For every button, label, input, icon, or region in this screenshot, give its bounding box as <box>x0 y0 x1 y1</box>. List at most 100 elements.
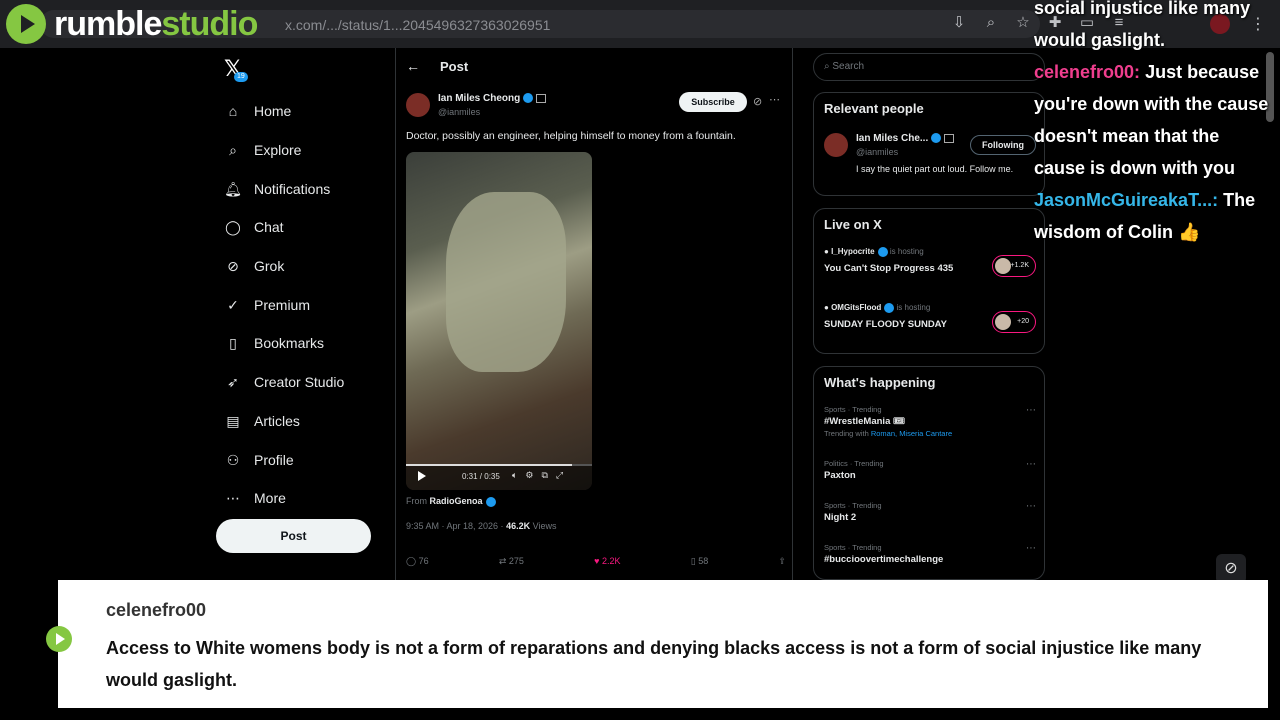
trend-with: Trending with Roman, Miseria Cantare <box>824 429 953 438</box>
live-item[interactable]: ● I_Hypocrite is hosting You Can't Stop … <box>824 247 1036 277</box>
banner-message: Access to White womens body is not a for… <box>106 638 1202 690</box>
url-text[interactable]: x.com/.../status/1...2045496327363026951 <box>285 17 550 33</box>
post-meta: 9:35 AM · Apr 18, 2026 · 46.2K Views <box>406 521 557 531</box>
sidebar-nav: ⌂ Home ⌕ Explore 🔔︎ 19 Notifications ◯ Chat ⊘ Grok… <box>224 72 344 518</box>
reply-button[interactable]: ◯ 76 <box>406 556 429 567</box>
whats-happening-title: What's happening <box>824 375 936 390</box>
more-options-icon[interactable]: ⋯ <box>1026 405 1036 416</box>
live-panel: Live on X ● I_Hypocrite is hosting You C… <box>813 208 1045 354</box>
avatar[interactable] <box>824 133 848 157</box>
fullscreen-icon[interactable]: ⤢ <box>556 470 563 481</box>
trend-category: Sports · Trending <box>824 405 882 414</box>
home-icon: ⌂ <box>228 103 238 120</box>
rumble-play-icon <box>46 626 72 652</box>
relevant-person-bio: I say the quiet part out loud. Follow me… <box>856 164 1014 174</box>
sidebar-item-label: Articles <box>254 412 300 429</box>
sidebar-item-label: Notifications <box>254 180 331 197</box>
sidebar-item-bookmarks[interactable]: ▯ Bookmarks <box>224 324 344 363</box>
trend-item[interactable]: Sports · Trending #WrestleMania 🎟 Trendi… <box>824 405 1036 438</box>
more-options-icon[interactable]: ⋯ <box>1026 501 1036 512</box>
sidebar-item-explore[interactable]: ⌕ Explore <box>224 131 344 170</box>
sidebar-item-grok[interactable]: ⊘ Grok <box>224 247 344 286</box>
video-player[interactable]: 0:31 / 0:35 🔈︎ ⚙ ⧉ ⤢ <box>406 152 592 490</box>
sidebar-item-label: Chat <box>254 219 284 236</box>
more-options-icon[interactable]: ⋯ <box>769 93 780 106</box>
more-options-icon[interactable]: ⋯ <box>1026 543 1036 554</box>
sidebar-item-premium[interactable]: ✓ Premium <box>224 285 344 324</box>
video-frame <box>446 192 566 372</box>
relevant-people-title: Relevant people <box>824 101 924 116</box>
sidebar-item-home[interactable]: ⌂ Home <box>224 92 344 131</box>
play-icon[interactable] <box>418 471 426 481</box>
author-avatar[interactable] <box>406 93 430 117</box>
star-icon[interactable]: ☆ <box>1014 14 1032 32</box>
install-icon[interactable]: ⇩ <box>950 14 968 32</box>
sidebar-item-chat[interactable]: ◯ Chat <box>224 208 344 247</box>
sidebar-item-articles[interactable]: ▤ Articles <box>224 402 344 441</box>
grok-icon[interactable]: ⊘ <box>753 95 762 108</box>
video-time: 0:31 / 0:35 <box>462 472 500 481</box>
subscribe-button[interactable]: Subscribe <box>679 92 747 112</box>
trend-item[interactable]: Sports · Trending #buccioovertimechallen… <box>824 543 1036 565</box>
chat-overlay: social injustice like many would gasligh… <box>1034 0 1270 248</box>
premium-icon: ✓ <box>227 296 239 313</box>
trend-category: Sports · Trending <box>824 543 882 552</box>
trend-name: #WrestleMania 🎟 <box>824 416 906 427</box>
more-options-icon[interactable]: ⋯ <box>1026 459 1036 470</box>
sidebar-item-label: Creator Studio <box>254 374 345 391</box>
search-input[interactable]: ⌕ Search <box>813 53 1045 81</box>
rumble-studio-logo: rumblestudio <box>6 4 258 44</box>
post-column: ← Post Ian Miles Cheong @ianmiles Subscr… <box>395 48 793 580</box>
repost-button[interactable]: ⇄ 275 <box>499 556 524 567</box>
sidebar-item-label: Explore <box>254 142 302 159</box>
relevant-person-name[interactable]: Ian Miles Che... <box>856 133 955 144</box>
post-timestamp[interactable]: 9:35 AM · Apr 18, 2026 · <box>406 521 504 531</box>
sidebar-item-label: Premium <box>254 296 311 313</box>
relevant-person-handle[interactable]: @ianmiles <box>856 147 898 157</box>
sidebar-item-creator-studio[interactable]: ➶ Creator Studio <box>224 363 344 402</box>
chat-username: JasonMcGuireakaT...: <box>1034 190 1219 210</box>
articles-icon: ▤ <box>226 412 240 429</box>
trend-item[interactable]: Politics · Trending Paxton ⋯ <box>824 459 1036 481</box>
chat-username: celenefro00: <box>1034 62 1141 82</box>
sidebar-item-notifications[interactable]: 🔔︎ 19 Notifications <box>224 72 344 208</box>
verified-icon <box>485 496 496 507</box>
rumble-wordmark: rumblestudio <box>54 4 258 43</box>
post-button[interactable]: Post <box>216 519 371 553</box>
author-name[interactable]: Ian Miles Cheong <box>438 93 547 104</box>
verified-icon <box>523 93 534 104</box>
verified-icon <box>877 247 888 257</box>
bookmark-button[interactable]: ▯ 58 <box>691 556 708 567</box>
pip-icon[interactable]: ⧉ <box>541 470 547 481</box>
search-icon: ⌕ <box>229 142 237 159</box>
affiliate-icon <box>944 133 955 143</box>
grok-icon: ⊘ <box>227 258 239 275</box>
sidebar-item-label: Grok <box>254 258 285 275</box>
trend-name: Paxton <box>824 470 856 481</box>
sidebar-item-label: Bookmarks <box>254 335 325 352</box>
rocket-icon: ➶ <box>227 374 239 391</box>
share-icon[interactable]: ⇪ <box>778 556 786 567</box>
like-button[interactable]: ♥ 2.2K <box>594 556 620 567</box>
video-control-icons: 🔈︎ ⚙ ⧉ ⤢ <box>512 470 563 481</box>
video-controls: 0:31 / 0:35 🔈︎ ⚙ ⧉ ⤢ <box>406 464 592 490</box>
bookmark-icon: ▯ <box>229 335 237 352</box>
post-actions: ◯ 76 ⇄ 275 ♥ 2.2K ▯ 58 ⇪ <box>406 556 786 567</box>
live-item[interactable]: ● OMGitsFlood is hosting SUNDAY FLOODY S… <box>824 303 1036 333</box>
trend-item[interactable]: Sports · Trending Night 2 ⋯ <box>824 501 1036 523</box>
trend-category: Politics · Trending <box>824 459 884 468</box>
back-arrow-icon[interactable]: ← <box>406 58 420 74</box>
sidebar-item-label: Profile <box>254 451 294 468</box>
live-listener-count: +20 <box>992 311 1036 333</box>
author-handle[interactable]: @ianmiles <box>438 107 480 117</box>
affiliate-icon <box>536 93 547 103</box>
following-button[interactable]: Following <box>970 135 1036 155</box>
volume-icon[interactable]: 🔈︎ <box>512 470 517 481</box>
sidebar-item-more[interactable]: ⋯ More <box>224 479 344 518</box>
whats-happening-panel: What's happening Sports · Trending #Wres… <box>813 366 1045 580</box>
from-account-link[interactable]: RadioGenoa <box>430 496 483 506</box>
settings-icon[interactable]: ⚙ <box>525 470 533 481</box>
zoom-icon[interactable]: ⌕ <box>982 14 1000 32</box>
sidebar-item-profile[interactable]: ⚇ Profile <box>224 440 344 479</box>
video-progress-bar[interactable] <box>406 464 592 466</box>
